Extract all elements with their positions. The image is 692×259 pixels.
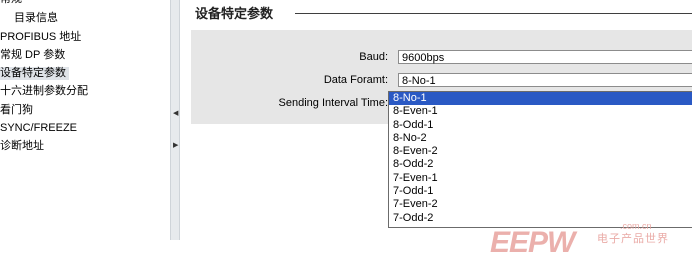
dropdown-option[interactable]: 8-Even-2 — [389, 145, 692, 158]
nav-item-hex-param-assignment[interactable]: 十六进制参数分配 — [0, 85, 88, 98]
baud-label: Baud: — [359, 51, 388, 63]
baud-select[interactable]: 9600bps — [398, 50, 692, 64]
dropdown-option[interactable]: 7-Even-2 — [389, 198, 692, 211]
nav-item-profibus-address[interactable]: PROFIBUS 地址 — [0, 31, 81, 44]
panel-splitter[interactable]: ◀ ▶ — [170, 0, 180, 240]
data-format-label: Data Foramt: — [323, 74, 388, 86]
dropdown-option[interactable]: 8-No-2 — [389, 132, 692, 145]
data-format-select[interactable]: 8-No-1 — [398, 73, 692, 87]
data-format-dropdown-list[interactable]: 8-No-1 8-Even-1 8-Odd-1 8-No-2 8-Even-2 … — [388, 91, 692, 228]
nav-item-diagnostic-address[interactable]: 诊断地址 — [0, 140, 44, 153]
nav-item-sync-freeze[interactable]: SYNC/FREEZE — [0, 122, 77, 135]
watermark-logo: EEPW — [490, 226, 575, 259]
watermark-text: 电子产品世界 — [597, 233, 669, 245]
collapse-left-arrow-icon[interactable]: ◀ — [173, 110, 178, 117]
navigation-tree: 常规 目录信息 PROFIBUS 地址 常规 DP 参数 设备特定参数 十六进制… — [0, 0, 170, 240]
dropdown-option[interactable]: 8-No-1 — [389, 92, 692, 106]
sending-interval-label: Sending Interval Time: — [278, 97, 388, 109]
nav-item-watchdog[interactable]: 看门狗 — [0, 104, 33, 117]
nav-item-general[interactable]: 常规 — [0, 0, 22, 6]
dropdown-option[interactable]: 7-Even-1 — [389, 172, 692, 185]
dropdown-option[interactable]: 8-Odd-2 — [389, 158, 692, 171]
dropdown-option[interactable]: 8-Even-1 — [389, 105, 692, 118]
expand-right-arrow-icon[interactable]: ▶ — [173, 142, 178, 149]
section-title: 设备特定参数 — [195, 3, 280, 22]
nav-item-device-specific-params[interactable]: 设备特定参数 — [0, 67, 69, 80]
section-divider — [295, 13, 692, 14]
nav-item-dp-parameters[interactable]: 常规 DP 参数 — [0, 49, 65, 62]
nav-item-catalog-info[interactable]: 目录信息 — [14, 12, 58, 25]
dropdown-option[interactable]: 8-Odd-1 — [389, 119, 692, 132]
dropdown-option[interactable]: 7-Odd-1 — [389, 185, 692, 198]
